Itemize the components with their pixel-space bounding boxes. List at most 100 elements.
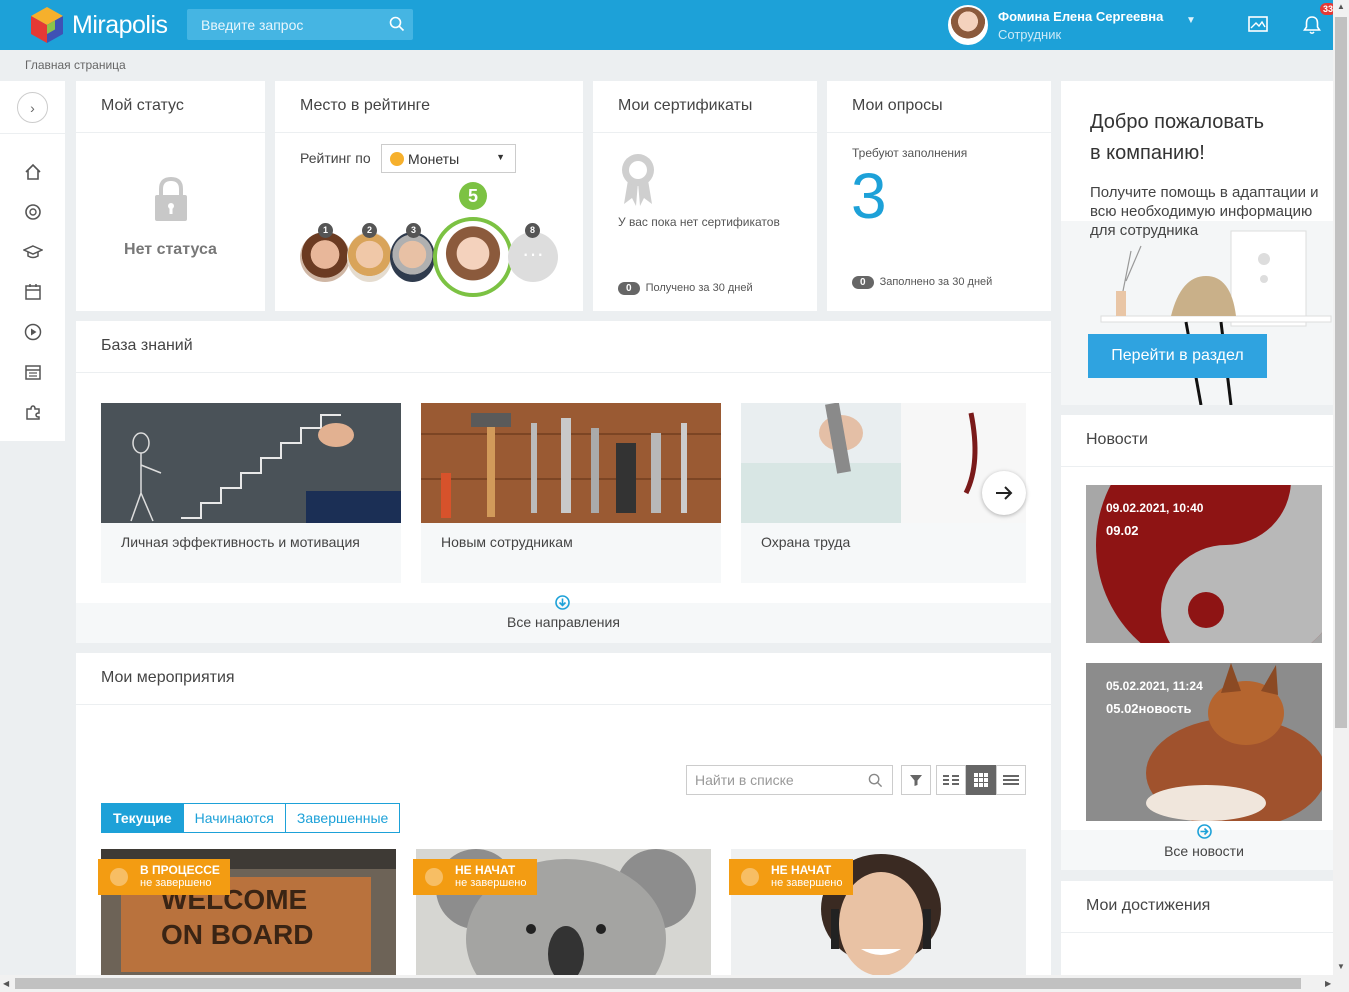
news-item[interactable]: 09.02.2021, 10:40 09.02 [1086, 485, 1322, 643]
messages-icon[interactable] [1248, 15, 1268, 33]
achievements-card: Мои достижения [1061, 881, 1333, 975]
achievements-title: Мои достижения [1086, 897, 1211, 914]
events-card: Мои мероприятия Текущие Начинаются Завер… [76, 653, 1051, 975]
event-status: В ПРОЦЕССЕ [140, 863, 220, 877]
rating-avatar-3[interactable] [390, 232, 435, 282]
home-icon[interactable] [22, 161, 44, 183]
rating-avatar-me[interactable] [433, 217, 513, 297]
events-search-input[interactable] [687, 766, 857, 794]
divider [827, 132, 1051, 133]
tab-finished[interactable]: Завершенные [285, 804, 400, 832]
kb-tile[interactable]: Личная эффективность и мотивация [101, 403, 401, 583]
rating-currency-value: Монеты [408, 150, 460, 167]
logo[interactable]: Mirapolis [28, 5, 168, 45]
certificates-stats: 0 Получено за 30 дней [618, 278, 753, 296]
event-substatus: не завершено [140, 877, 212, 889]
kb-all-link[interactable]: Все направления [76, 614, 1051, 630]
scroll-up-icon[interactable]: ▲ [1337, 2, 1345, 11]
arrow-right-circle-icon[interactable] [1197, 824, 1212, 839]
avatar [948, 5, 988, 45]
welcome-title: Добро пожаловать в компанию! [1090, 107, 1264, 169]
vertical-scrollbar-thumb[interactable] [1335, 17, 1347, 728]
document-icon [741, 868, 759, 886]
kb-tile-label: Личная эффективность и мотивация [121, 534, 360, 550]
event-status: НЕ НАЧАТ [455, 863, 516, 877]
event-substatus: не завершено [455, 877, 527, 889]
status-card: Мой статус Нет статуса [76, 81, 265, 311]
surveys-stats: 0 Заполнено за 30 дней [852, 272, 992, 290]
rating-avatar-1[interactable] [300, 232, 350, 282]
search-icon[interactable] [389, 16, 405, 32]
divider [76, 372, 1051, 373]
news-item-title: 05.02новость [1106, 701, 1192, 716]
rating-card: Место в рейтинге Рейтинг по Монеты ▼ ···… [275, 81, 583, 311]
svg-text:ON BOARD: ON BOARD [161, 919, 313, 950]
puzzle-icon[interactable] [22, 401, 44, 423]
user-role: Сотрудник [998, 26, 1062, 42]
rating-by-label: Рейтинг по [300, 150, 371, 166]
arrow-down-circle-icon[interactable] [555, 595, 570, 610]
top-bar: Mirapolis Фомина Елена Сергеевна Сотрудн… [0, 0, 1337, 50]
scroll-right-icon[interactable]: ▶ [1325, 979, 1331, 988]
news-item[interactable]: 05.02.2021, 11:24 05.02новость [1086, 663, 1322, 821]
news-all-link[interactable]: Все новости [1061, 843, 1347, 859]
welcome-card: Добро пожаловать в компанию! Получите по… [1061, 81, 1333, 405]
chevron-right-icon[interactable]: › [17, 92, 48, 123]
tab-current[interactable]: Текущие [102, 804, 184, 832]
sidebar-divider [0, 133, 65, 134]
event-status-badge: В ПРОЦЕССЕ не завершено [98, 859, 230, 895]
divider [275, 132, 583, 133]
divider [1061, 466, 1333, 467]
event-status-badge: НЕ НАЧАТ не завершено [413, 859, 537, 895]
grid-view-icon[interactable] [966, 765, 996, 795]
list-view-icon[interactable] [996, 765, 1026, 795]
graduation-cap-icon[interactable] [22, 241, 44, 263]
divider [1061, 932, 1333, 933]
play-icon[interactable] [22, 321, 44, 343]
chevron-down-icon: ▼ [1186, 15, 1196, 26]
global-search-input[interactable] [187, 9, 377, 40]
filter-icon[interactable] [901, 765, 931, 795]
status-card-title: Мой статус [101, 97, 184, 114]
progress-icon [110, 868, 128, 886]
welcome-text: Получите помощь в адаптации и всю необхо… [1090, 184, 1319, 239]
go-to-section-button[interactable]: Перейти в раздел [1088, 334, 1267, 378]
list-detail-view-icon[interactable] [936, 765, 966, 795]
kb-tile-label: Охрана труда [761, 534, 851, 550]
event-substatus: не завершено [771, 877, 843, 889]
welcome-title-line-2: в компанию! [1090, 142, 1205, 164]
divider [76, 132, 265, 133]
certificates-count: 0 [618, 282, 640, 295]
divider [76, 704, 1051, 705]
scroll-down-icon[interactable]: ▼ [1337, 962, 1345, 971]
more-icon[interactable]: ··· [508, 232, 558, 282]
surveys-count: 0 [852, 276, 874, 289]
tab-starting[interactable]: Начинаются [183, 804, 286, 832]
rating-avatar-2[interactable] [347, 232, 392, 282]
events-tabs: Текущие Начинаются Завершенные [101, 803, 401, 833]
news-date: 09.02.2021, 10:40 [1106, 501, 1204, 515]
scroll-left-icon[interactable]: ◀ [3, 979, 9, 988]
surveys-pending-count[interactable]: 3 [851, 159, 887, 233]
rating-place-8: 8 [525, 223, 540, 238]
knowledge-base-card: База знаний Личная эффективность и мотив… [76, 321, 1051, 643]
calendar-icon[interactable] [22, 281, 44, 303]
horizontal-scrollbar-thumb[interactable] [15, 978, 1301, 989]
rating-place-1: 1 [318, 223, 333, 238]
surveys-count-label: Заполнено за 30 дней [879, 276, 993, 288]
breadcrumb[interactable]: Главная страница [25, 58, 126, 72]
schedule-icon[interactable] [22, 361, 44, 383]
certificates-empty-text: У вас пока нет сертификатов [618, 215, 780, 229]
surveys-card: Мои опросы Требуют заполнения 3 0 Заполне… [827, 81, 1051, 311]
arrow-right-icon[interactable] [982, 471, 1026, 515]
document-icon [425, 868, 443, 886]
surveys-card-title: Мои опросы [852, 97, 943, 114]
surveys-pending-label: Требуют заполнения [852, 146, 968, 160]
search-icon[interactable] [868, 773, 883, 788]
user-menu[interactable]: Фомина Елена Сергеевна Сотрудник ▼ [948, 5, 1196, 45]
bell-icon[interactable] [1302, 15, 1322, 35]
kb-tile[interactable]: Новым сотрудникам [421, 403, 721, 583]
chevron-down-icon: ▼ [496, 152, 505, 162]
badge-icon[interactable] [22, 201, 44, 223]
rating-currency-select[interactable]: Монеты ▼ [381, 144, 516, 173]
